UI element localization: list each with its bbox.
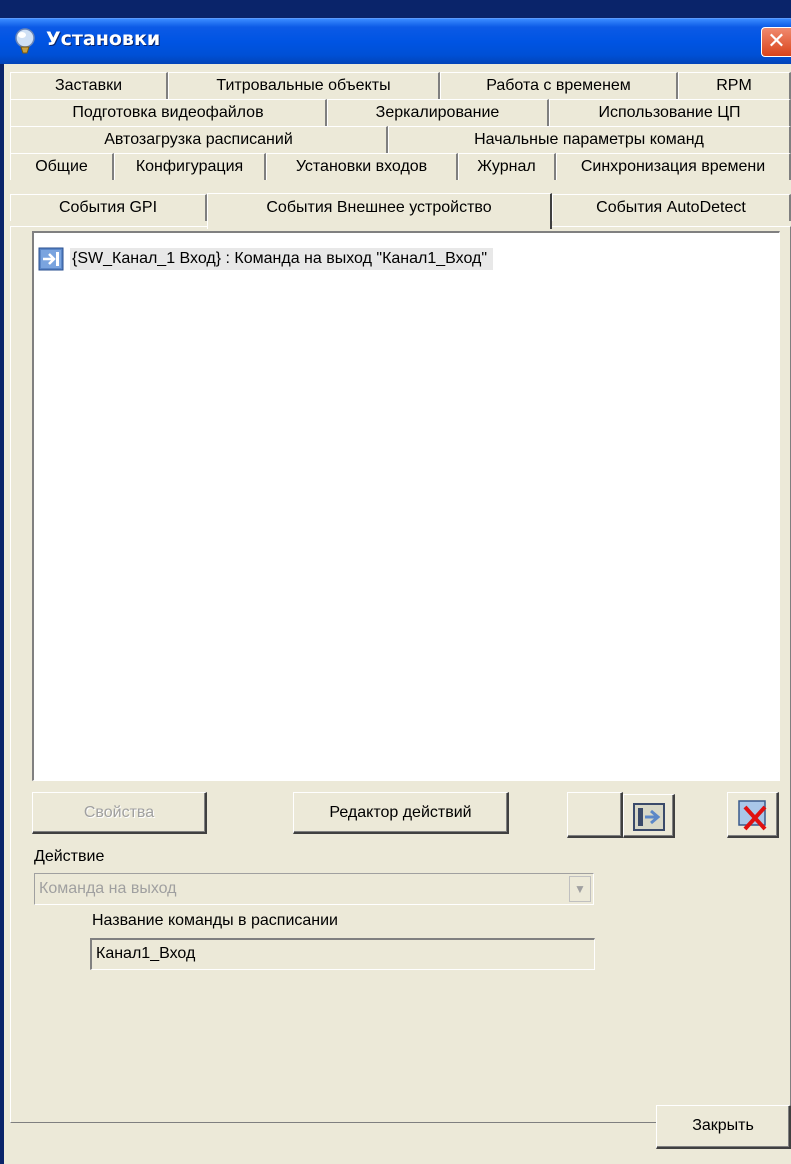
window-title: Установки: [46, 28, 161, 50]
action-label: Действие: [34, 848, 105, 865]
tab-row-1: Заставки Титровальные объекты Работа с в…: [10, 72, 791, 99]
tab-autodetect-events[interactable]: События AutoDetect: [552, 194, 791, 221]
chevron-down-icon[interactable]: ▼: [569, 876, 591, 902]
tab-row-2: Подготовка видеофайлов Зеркалирование Ис…: [10, 99, 791, 126]
settings-window: Установки ✕ Заставки Титровальные объект…: [0, 0, 791, 1164]
tab-external-device-events[interactable]: События Внешнее устройство: [207, 193, 552, 229]
tab-rpm[interactable]: RPM: [678, 72, 791, 99]
delete-event-button[interactable]: [727, 792, 779, 838]
tab-input-settings[interactable]: Установки входов: [266, 153, 458, 180]
app-icon: [15, 28, 35, 54]
tab-initial-command-params[interactable]: Начальные параметры команд: [388, 126, 791, 153]
tab-gpi-events[interactable]: События GPI: [10, 194, 207, 221]
delete-icon: [737, 800, 766, 831]
tab-log[interactable]: Журнал: [458, 153, 556, 180]
dialog-client-area: Заставки Титровальные объекты Работа с в…: [4, 64, 791, 1164]
tab-row-3: Автозагрузка расписаний Начальные параме…: [10, 126, 791, 153]
command-name-field[interactable]: Канал1_Вход: [90, 938, 595, 970]
tab-time-sync[interactable]: Синхронизация времени: [556, 153, 791, 180]
close-button[interactable]: Закрыть: [656, 1105, 791, 1149]
tab-general[interactable]: Общие: [10, 153, 114, 180]
action-editor-button[interactable]: Редактор действий: [293, 792, 509, 834]
action-select-value: Команда на выход: [39, 880, 177, 897]
output-command-icon: [38, 247, 64, 271]
title-bar[interactable]: Установки ✕: [0, 18, 791, 64]
tab-screensavers[interactable]: Заставки: [10, 72, 168, 99]
properties-button[interactable]: Свойства: [32, 792, 207, 834]
tab-cpu-usage[interactable]: Использование ЦП: [549, 99, 791, 126]
tab-mirroring[interactable]: Зеркалирование: [327, 99, 549, 126]
events-list[interactable]: {SW_Канал_1 Вход} : Команда на выход "Ка…: [32, 231, 780, 781]
tab-time-work[interactable]: Работа с временем: [440, 72, 678, 99]
close-window-button[interactable]: ✕: [761, 27, 791, 57]
list-item[interactable]: {SW_Канал_1 Вход} : Команда на выход "Ка…: [38, 245, 494, 273]
event-item-label: {SW_Канал_1 Вход} : Команда на выход "Ка…: [70, 248, 494, 270]
command-name-label: Название команды в расписании: [92, 912, 338, 929]
tab-configuration[interactable]: Конфигурация: [114, 153, 266, 180]
edit-event-button[interactable]: [623, 794, 675, 838]
tab-row-4: Общие Конфигурация Установки входов Журн…: [10, 153, 791, 180]
edit-event-icon: [632, 803, 665, 831]
tab-video-prep[interactable]: Подготовка видеофайлов: [10, 99, 327, 126]
action-select[interactable]: Команда на выход ▼: [34, 873, 594, 905]
tab-schedule-autoload[interactable]: Автозагрузка расписаний: [10, 126, 388, 153]
add-event-button[interactable]: [567, 792, 623, 838]
tab-title-objects[interactable]: Титровальные объекты: [168, 72, 440, 99]
